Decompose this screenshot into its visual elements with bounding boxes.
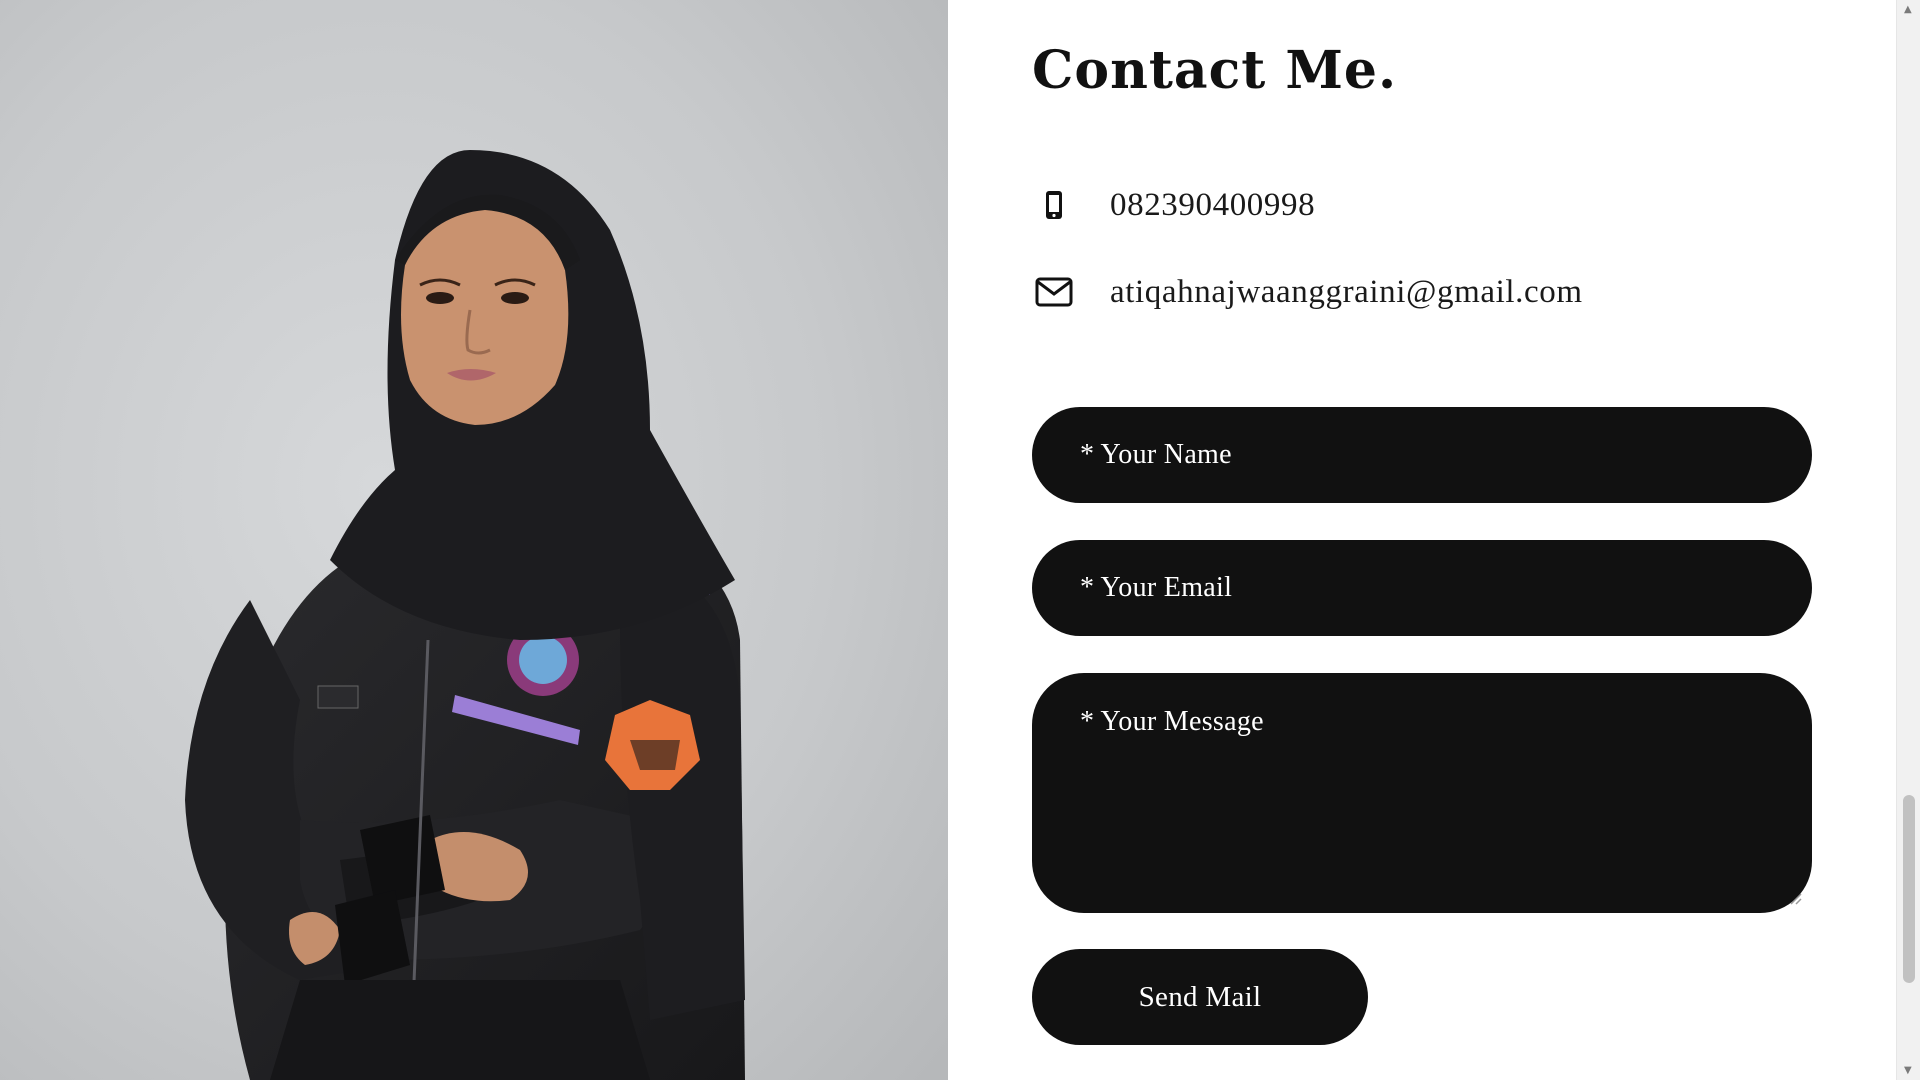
message-placeholder: * Your Message bbox=[1080, 706, 1264, 737]
name-placeholder: * Your Name bbox=[1080, 439, 1232, 470]
email-row: atiqahnajwaanggraini@gmail.com bbox=[1032, 270, 1583, 314]
smartphone-icon bbox=[1032, 183, 1076, 227]
scroll-up-icon[interactable]: ▲ bbox=[1904, 4, 1912, 15]
email-address: atiqahnajwaanggraini@gmail.com bbox=[1110, 273, 1583, 310]
email-placeholder: * Your Email bbox=[1080, 572, 1233, 603]
envelope-icon bbox=[1032, 270, 1076, 314]
scroll-down-icon[interactable]: ▼ bbox=[1904, 1065, 1912, 1076]
phone-number: 082390400998 bbox=[1110, 186, 1316, 223]
scroll-thumb[interactable] bbox=[1903, 795, 1915, 983]
resize-grip-icon[interactable] bbox=[1788, 891, 1802, 905]
phone-row: 082390400998 bbox=[1032, 183, 1315, 227]
vertical-scrollbar[interactable]: ▲ ▼ bbox=[1896, 0, 1920, 1080]
email-input[interactable]: * Your Email bbox=[1032, 540, 1812, 636]
page-title: Contact Me. bbox=[1032, 40, 1398, 101]
contact-section: Contact Me. 082390400998 atiqahnajwaangg… bbox=[948, 0, 1896, 1080]
profile-photo bbox=[0, 0, 948, 1080]
send-mail-button[interactable]: Send Mail bbox=[1032, 949, 1368, 1045]
name-input[interactable]: * Your Name bbox=[1032, 407, 1812, 503]
message-textarea[interactable]: * Your Message bbox=[1032, 673, 1812, 913]
portrait-illustration bbox=[0, 0, 948, 1080]
